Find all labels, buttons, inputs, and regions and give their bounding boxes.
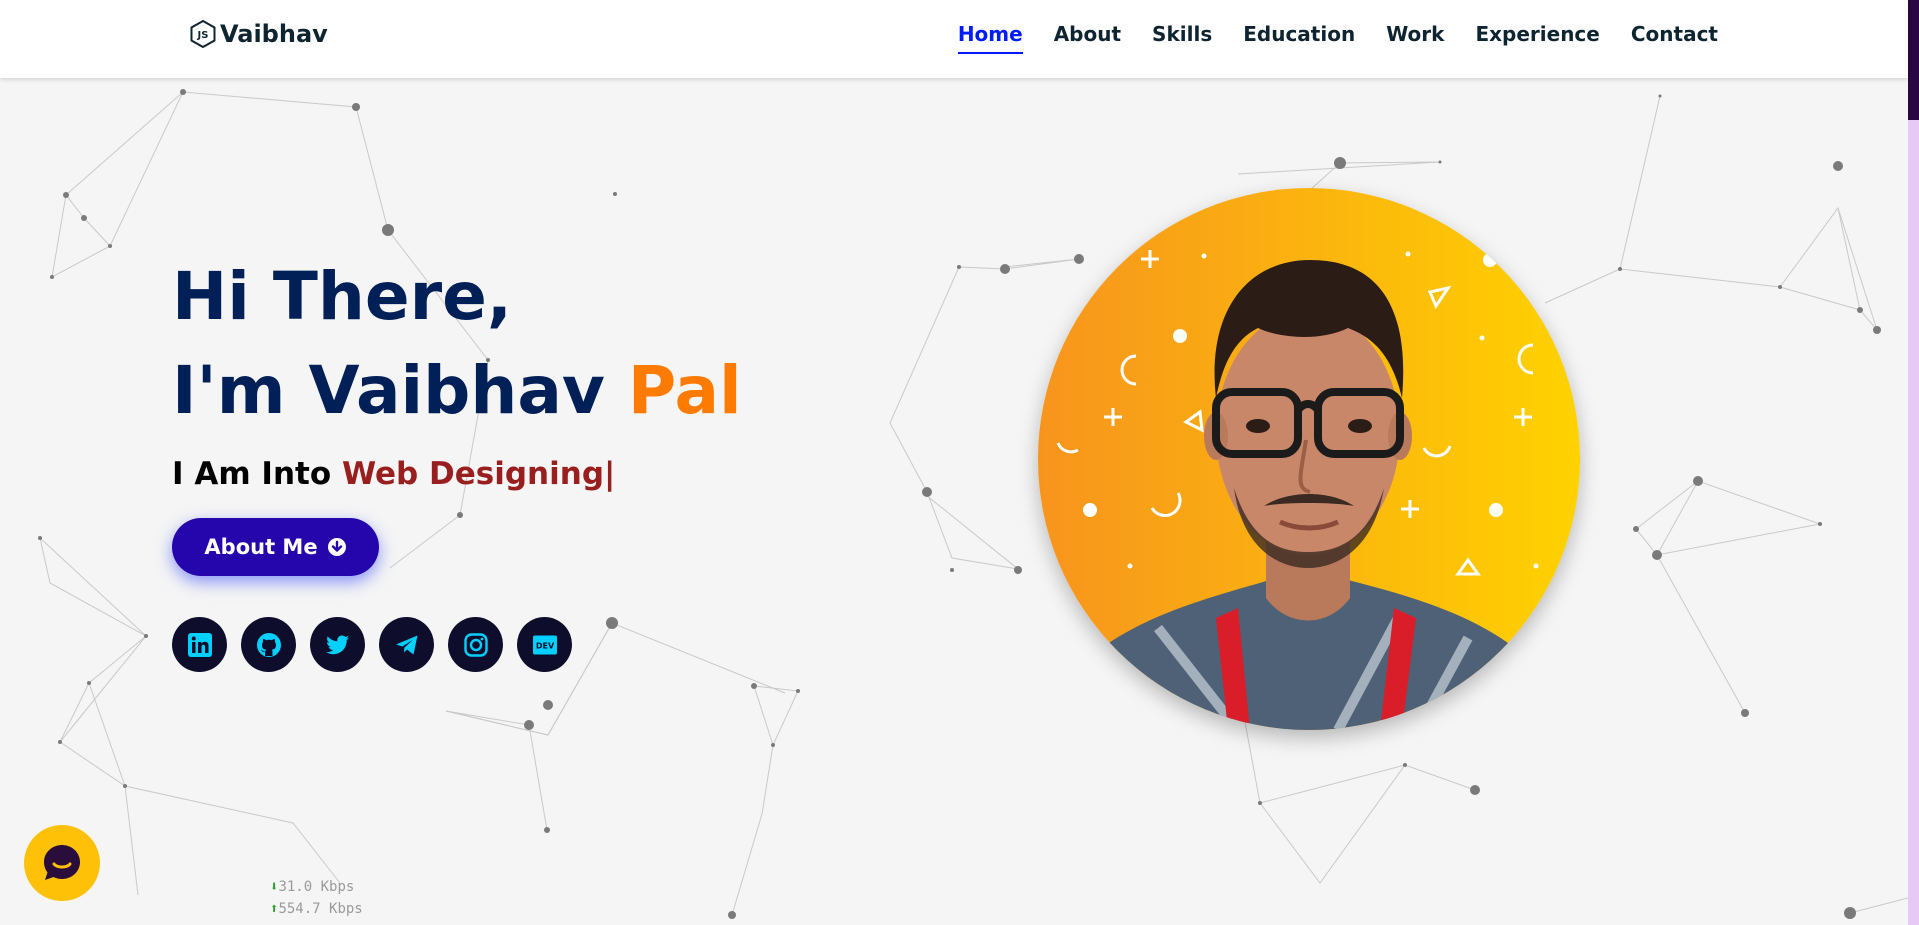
hero-intro: I'm Vaibhav Pal (172, 344, 742, 438)
twitter-icon (325, 635, 349, 654)
upload-speed: ⬆554.7 Kbps (270, 901, 363, 917)
nav-experience[interactable]: Experience (1475, 22, 1599, 54)
hero-intro-name: I'm Vaibhav (172, 352, 605, 429)
typed-text: I Am Into Web Designing| (172, 456, 742, 492)
scrollbar-thumb[interactable] (1908, 0, 1919, 120)
hero-intro-accent: Pal (627, 352, 742, 429)
linkedin-button[interactable] (172, 617, 227, 672)
js-hexagon-icon: JS (190, 20, 216, 48)
download-speed: ⬇31.0 Kbps (270, 879, 355, 895)
chat-widget-button[interactable] (24, 825, 100, 901)
scrollbar-track[interactable] (1908, 0, 1919, 925)
particles-background (38, 89, 1908, 919)
github-button[interactable] (241, 617, 296, 672)
instagram-icon (463, 632, 488, 657)
hero-content: Hi There, I'm Vaibhav Pal I Am Into Web … (172, 250, 742, 492)
arrow-circle-down-icon (327, 538, 346, 556)
chat-bubble-icon (44, 845, 80, 880)
typed-cursor: | (604, 456, 616, 492)
svg-text:JS: JS (197, 30, 209, 41)
about-me-label: About Me (204, 535, 318, 559)
dev-icon: DEV (532, 635, 557, 654)
site-header: JS Vaibhav Home About Skills Education W… (0, 0, 1908, 78)
nav-skills[interactable]: Skills (1152, 22, 1212, 54)
linkedin-icon (187, 632, 212, 657)
hero-greeting: Hi There, (172, 258, 512, 335)
telegram-button[interactable] (379, 617, 434, 672)
profile-illustration (1038, 188, 1580, 730)
about-me-button[interactable]: About Me (172, 518, 379, 576)
nav-work[interactable]: Work (1386, 22, 1444, 54)
nav-home[interactable]: Home (957, 22, 1023, 54)
typed-role: Web Designing (341, 456, 605, 492)
profile-picture (1038, 188, 1580, 730)
brand-logo[interactable]: JS Vaibhav (190, 20, 328, 48)
nav-education[interactable]: Education (1243, 22, 1355, 54)
brand-name: Vaibhav (220, 20, 328, 48)
social-links: DEV (172, 617, 572, 672)
instagram-button[interactable] (448, 617, 503, 672)
telegram-icon (395, 635, 417, 654)
twitter-button[interactable] (310, 617, 365, 672)
typed-prefix: I Am Into (172, 456, 332, 492)
dev-button[interactable]: DEV (517, 617, 572, 672)
network-speed-meter: ⬇31.0 Kbps ⬆554.7 Kbps (270, 876, 363, 920)
main-nav: Home About Skills Education Work Experie… (957, 22, 1718, 54)
nav-contact[interactable]: Contact (1631, 22, 1718, 54)
nav-about[interactable]: About (1054, 22, 1121, 54)
svg-text:DEV: DEV (535, 641, 554, 650)
github-icon (256, 632, 281, 657)
